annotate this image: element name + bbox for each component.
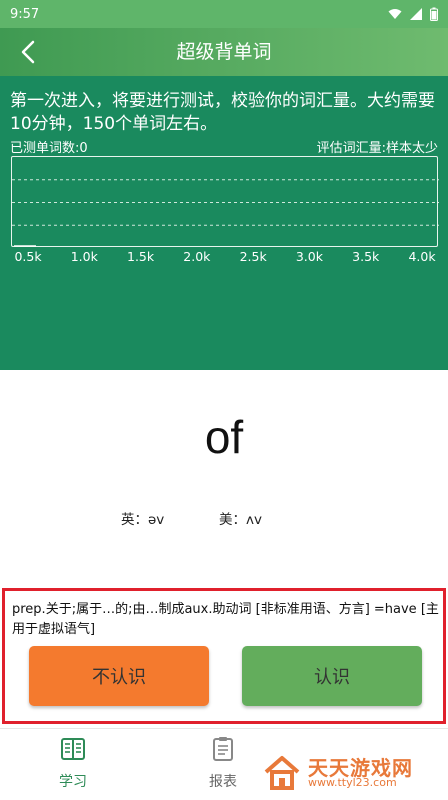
x-tick-label: 4.0k: [408, 249, 436, 264]
x-tick-label: 3.0k: [295, 249, 323, 264]
test-stats: 已测单词数:0 评估词汇量:样本太少: [10, 137, 438, 156]
wifi-icon: [388, 9, 402, 19]
word-definition: prep.关于;属于…的;由…制成aux.助动词 [非标准用语、方言] =hav…: [12, 602, 439, 637]
tested-count: 已测单词数:0: [10, 141, 88, 156]
vocabulary-estimate: 评估词汇量:样本太少: [316, 141, 438, 156]
test-intro: 第一次进入，将要进行测试，校验你的词汇量。大约需要10分钟，150个单词左右。: [10, 91, 435, 134]
chart-x-axis: 0.5k 1.0k 1.5k 2.0k 2.5k 3.0k 3.5k 4.0k: [0, 249, 448, 267]
test-panel: 第一次进入，将要进行测试，校验你的词汇量。大约需要10分钟，150个单词左右。 …: [0, 76, 448, 370]
unknown-button[interactable]: 不认识: [29, 646, 209, 706]
status-icons: [388, 7, 438, 21]
vocabulary-chart: [11, 156, 439, 247]
status-time: 9:57: [10, 6, 40, 22]
x-tick-label: 2.5k: [239, 249, 267, 264]
app-bar: 超级背单词: [0, 28, 448, 76]
nav-study-label: 学习: [59, 774, 87, 790]
clipboard-icon: [213, 737, 233, 761]
phonetic-us[interactable]: 美：ʌv: [219, 508, 262, 528]
watermark-logo-icon: [264, 756, 300, 790]
watermark: 天天游戏网 www.ttyl23.com: [262, 756, 442, 800]
nav-report-label: 报表: [209, 774, 237, 790]
phonetics: 英：əv 美：ʌv: [0, 508, 448, 530]
watermark-url: www.ttyl23.com: [308, 776, 397, 789]
x-tick-label: 1.0k: [70, 249, 98, 264]
book-icon: [61, 738, 85, 760]
x-tick-label: 2.0k: [183, 249, 211, 264]
answer-area: prep.关于;属于…的;由…制成aux.助动词 [非标准用语、方言] =hav…: [2, 588, 446, 724]
nav-report[interactable]: 报表: [183, 735, 263, 791]
nav-study[interactable]: 学习: [33, 735, 113, 791]
battery-icon: [430, 7, 438, 21]
status-bar: 9:57: [0, 0, 448, 28]
x-tick-label: 3.5k: [352, 249, 380, 264]
chart-plot: [12, 179, 439, 247]
x-tick-label: 0.5k: [14, 249, 42, 264]
phonetic-uk[interactable]: 英：əv: [121, 508, 164, 528]
back-button[interactable]: [10, 34, 46, 70]
known-button[interactable]: 认识: [242, 646, 422, 706]
word-text: of: [204, 411, 244, 463]
x-tick-label: 1.5k: [127, 249, 155, 264]
chevron-left-icon: [21, 40, 35, 64]
signal-icon: [410, 8, 422, 20]
page-title: 超级背单词: [176, 41, 272, 63]
